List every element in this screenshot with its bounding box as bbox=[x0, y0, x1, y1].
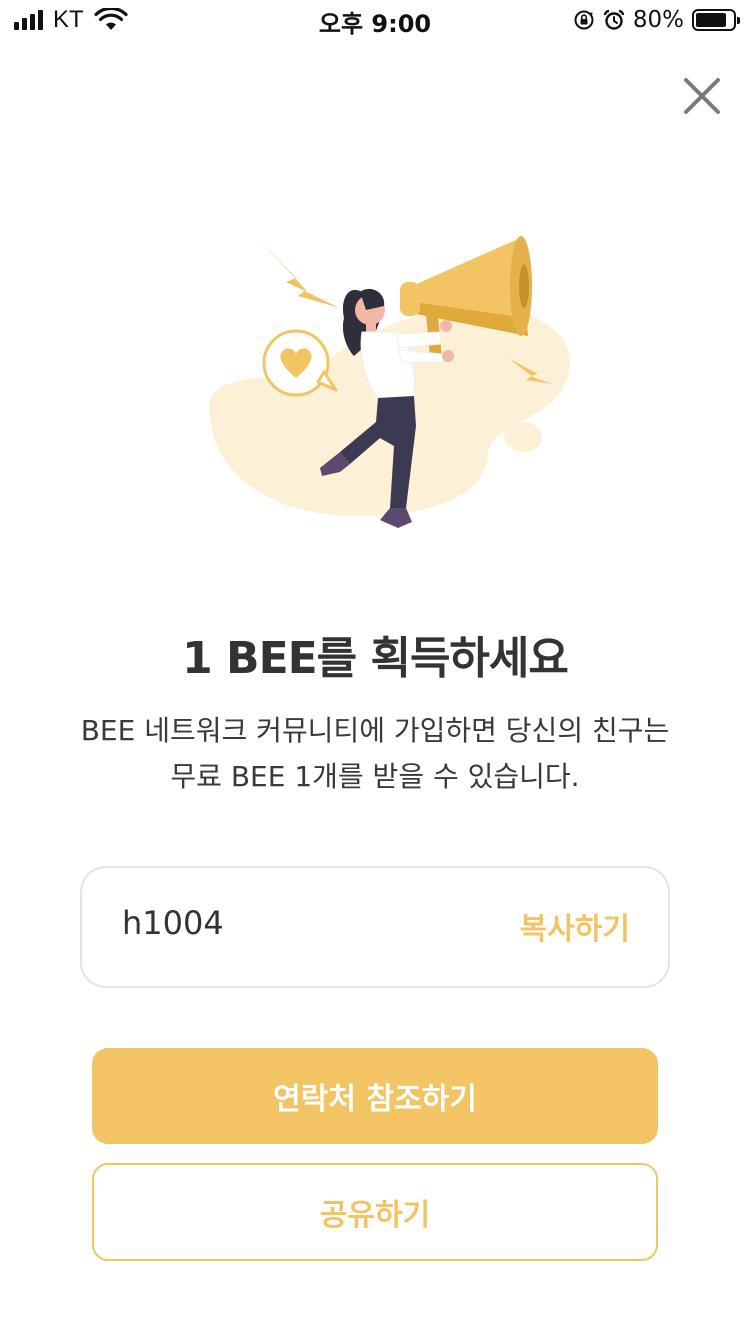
battery-icon bbox=[692, 9, 740, 31]
referral-code-value: h1004 bbox=[122, 904, 224, 942]
page-title: 1 BEE를 획득하세요 bbox=[182, 633, 569, 684]
referral-code-box: h1004 복사하기 bbox=[80, 866, 670, 988]
status-bar: KT 오후 9:00 80% bbox=[0, 0, 750, 40]
description-text: BEE 네트워크 커뮤니티에 가입하면 당신의 친구는 무료 BEE 1개를 받… bbox=[80, 714, 670, 793]
alarm-icon bbox=[603, 9, 625, 30]
close-icon bbox=[684, 78, 720, 114]
status-right: 80% bbox=[573, 7, 740, 33]
battery-percent: 80% bbox=[632, 7, 684, 33]
copy-button[interactable]: 복사하기 bbox=[520, 904, 630, 948]
megaphone-illustration bbox=[208, 236, 570, 528]
share-button[interactable]: 공유하기 bbox=[92, 1163, 658, 1261]
contacts-button[interactable]: 연락처 참조하기 bbox=[92, 1048, 658, 1144]
orientation-lock-icon bbox=[574, 10, 594, 30]
close-button[interactable] bbox=[680, 74, 724, 118]
